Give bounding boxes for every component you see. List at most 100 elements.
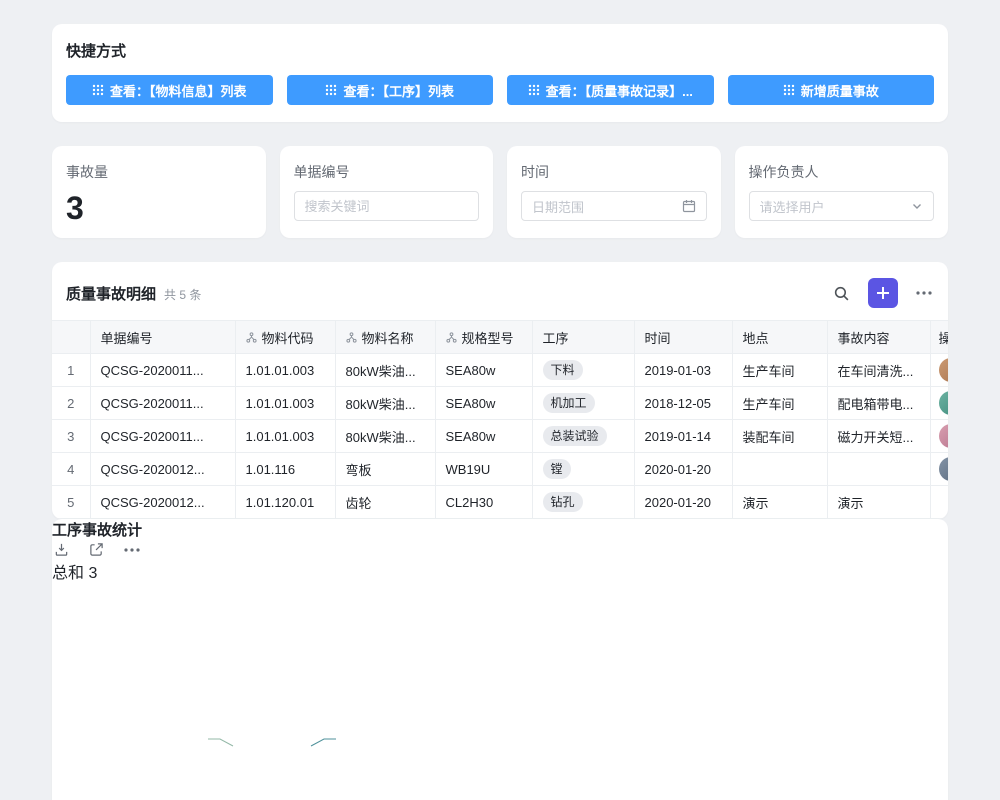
cell-time: 2020-01-20 (634, 453, 732, 486)
grid-icon (325, 84, 337, 96)
col-material-name[interactable]: 物料名称 (335, 321, 435, 354)
cell-material-code: 1.01.116 (235, 453, 335, 486)
filter-row: 事故量 3 单据编号 时间 日期范围 操作负责人 请选择用户 (52, 146, 948, 238)
cell-material-name: 80kW柴油... (335, 387, 435, 420)
cell-place: 生产车间 (732, 354, 827, 387)
open-in-new-icon[interactable] (87, 540, 106, 559)
operator-avatar (939, 358, 949, 382)
cell-doc-number: QCSG-2020011... (90, 387, 235, 420)
accident-detail-card: 质量事故明细 共 5 条 单据编号 物料代码 物料名称 规格型号 工 (52, 262, 948, 519)
operator-placeholder: 请选择用户 (760, 197, 825, 216)
cell-process: 镗 (532, 453, 634, 486)
add-record-button[interactable] (868, 278, 898, 308)
process-tag: 下料 (543, 360, 583, 380)
col-spec-model[interactable]: 规格型号 (435, 321, 532, 354)
row-number: 3 (52, 420, 90, 453)
col-material-code[interactable]: 物料代码 (235, 321, 335, 354)
operator-avatar (939, 457, 949, 481)
cell-material-name: 齿轮 (335, 486, 435, 519)
cell-process: 总装试验 (532, 420, 634, 453)
col-operator[interactable]: 操作负责人 (930, 321, 948, 354)
cell-process: 机加工 (532, 387, 634, 420)
cell-place (732, 453, 827, 486)
cell-operator (930, 420, 948, 453)
shortcut-buttons-row: 查看：【物料信息】列表 查看：【工序】列表 查看：【质量事故记录】... 新增质… (66, 75, 934, 105)
col-doc-number[interactable]: 单据编号 (90, 321, 235, 354)
shortcut-view-process-list-button[interactable]: 查看：【工序】列表 (287, 75, 494, 105)
cell-place: 演示 (732, 486, 827, 519)
operator-select[interactable]: 请选择用户 (749, 191, 935, 221)
date-range-input[interactable]: 日期范围 (521, 191, 707, 221)
grid-icon (783, 84, 795, 96)
pie-callout-lines (52, 583, 490, 800)
cell-place: 装配车间 (732, 420, 827, 453)
row-number: 4 (52, 453, 90, 486)
cell-doc-number: QCSG-2020011... (90, 354, 235, 387)
search-icon[interactable] (831, 283, 852, 304)
link-field-icon (246, 332, 257, 343)
shortcut-add-quality-accident-button[interactable]: 新增质量事故 (728, 75, 935, 105)
more-icon[interactable] (122, 546, 142, 554)
cell-time: 2019-01-03 (634, 354, 732, 387)
table-row[interactable]: 5 QCSG-2020012... 1.01.120.01 齿轮 CL2H30 … (52, 486, 948, 519)
table-row[interactable]: 2 QCSG-2020011... 1.01.01.003 80kW柴油... … (52, 387, 948, 420)
process-tag: 机加工 (543, 393, 595, 413)
doc-number-search-input[interactable] (294, 191, 480, 221)
cell-content: 在车间清洗... (827, 354, 930, 387)
shortcuts-card: 快捷方式 查看：【物料信息】列表 查看：【工序】列表 查看：【质量事故记录】..… (52, 24, 948, 122)
table-row[interactable]: 3 QCSG-2020011... 1.01.01.003 80kW柴油... … (52, 420, 948, 453)
shortcut-button-label: 新增质量事故 (801, 81, 879, 100)
cell-content: 演示 (827, 486, 930, 519)
cell-time: 2019-01-14 (634, 420, 732, 453)
operator-filter-card: 操作负责人 请选择用户 (735, 146, 949, 238)
cell-material-name: 80kW柴油... (335, 420, 435, 453)
cell-material-code: 1.01.01.003 (235, 354, 335, 387)
shortcut-view-material-list-button[interactable]: 查看：【物料信息】列表 (66, 75, 273, 105)
cell-material-name: 80kW柴油... (335, 354, 435, 387)
cell-material-code: 1.01.01.003 (235, 387, 335, 420)
cell-place: 生产车间 (732, 387, 827, 420)
shortcuts-title: 快捷方式 (66, 40, 934, 61)
cell-process: 下料 (532, 354, 634, 387)
charts-row: 工序事故统计 总和 3 机加工：1(33.33%) 下料：1(33.34%) 总… (52, 519, 948, 800)
cell-material-code: 1.01.120.01 (235, 486, 335, 519)
cell-content: 配电箱带电... (827, 387, 930, 420)
table-row[interactable]: 4 QCSG-2020012... 1.01.116 弯板 WB19U 镗 20… (52, 453, 948, 486)
operator-avatar (939, 490, 949, 514)
accident-count-card: 事故量 3 (52, 146, 266, 238)
export-image-icon[interactable] (52, 540, 71, 559)
date-range-placeholder: 日期范围 (532, 197, 584, 216)
shortcut-view-quality-records-button[interactable]: 查看：【质量事故记录】... (507, 75, 714, 105)
pie-total-label: 总和 (52, 565, 84, 582)
accident-count-label: 事故量 (66, 162, 252, 182)
col-place[interactable]: 地点 (732, 321, 827, 354)
time-label: 时间 (521, 162, 707, 182)
cell-time: 2020-01-20 (634, 486, 732, 519)
doc-number-filter-card: 单据编号 (280, 146, 494, 238)
dashboard-page: 快捷方式 查看：【物料信息】列表 查看：【工序】列表 查看：【质量事故记录】..… (0, 0, 1000, 800)
cell-operator (930, 387, 948, 420)
table-record-count: 共 5 条 (164, 286, 201, 303)
col-time[interactable]: 时间 (634, 321, 732, 354)
chevron-down-icon (911, 200, 923, 212)
calendar-icon (682, 199, 696, 213)
cell-content (827, 453, 930, 486)
cell-spec-model: SEA80w (435, 354, 532, 387)
cell-doc-number: QCSG-2020012... (90, 486, 235, 519)
table-row[interactable]: 1 QCSG-2020011... 1.01.01.003 80kW柴油... … (52, 354, 948, 387)
cell-spec-model: SEA80w (435, 420, 532, 453)
col-content[interactable]: 事故内容 (827, 321, 930, 354)
col-process[interactable]: 工序 (532, 321, 634, 354)
shortcut-button-label: 查看：【质量事故记录】... (546, 81, 693, 100)
row-number: 1 (52, 354, 90, 387)
cell-spec-model: WB19U (435, 453, 532, 486)
grid-icon (528, 84, 540, 96)
process-accident-chart-card: 工序事故统计 总和 3 机加工：1(33.33%) 下料：1(33.34%) 总… (52, 519, 948, 800)
cell-spec-model: CL2H30 (435, 486, 532, 519)
more-icon[interactable] (914, 289, 934, 297)
row-number: 2 (52, 387, 90, 420)
accident-table: 单据编号 物料代码 物料名称 规格型号 工序 时间 地点 事故内容 操作负责人 … (52, 320, 948, 519)
doc-number-label: 单据编号 (294, 162, 480, 182)
link-field-icon (346, 332, 357, 343)
row-number: 5 (52, 486, 90, 519)
